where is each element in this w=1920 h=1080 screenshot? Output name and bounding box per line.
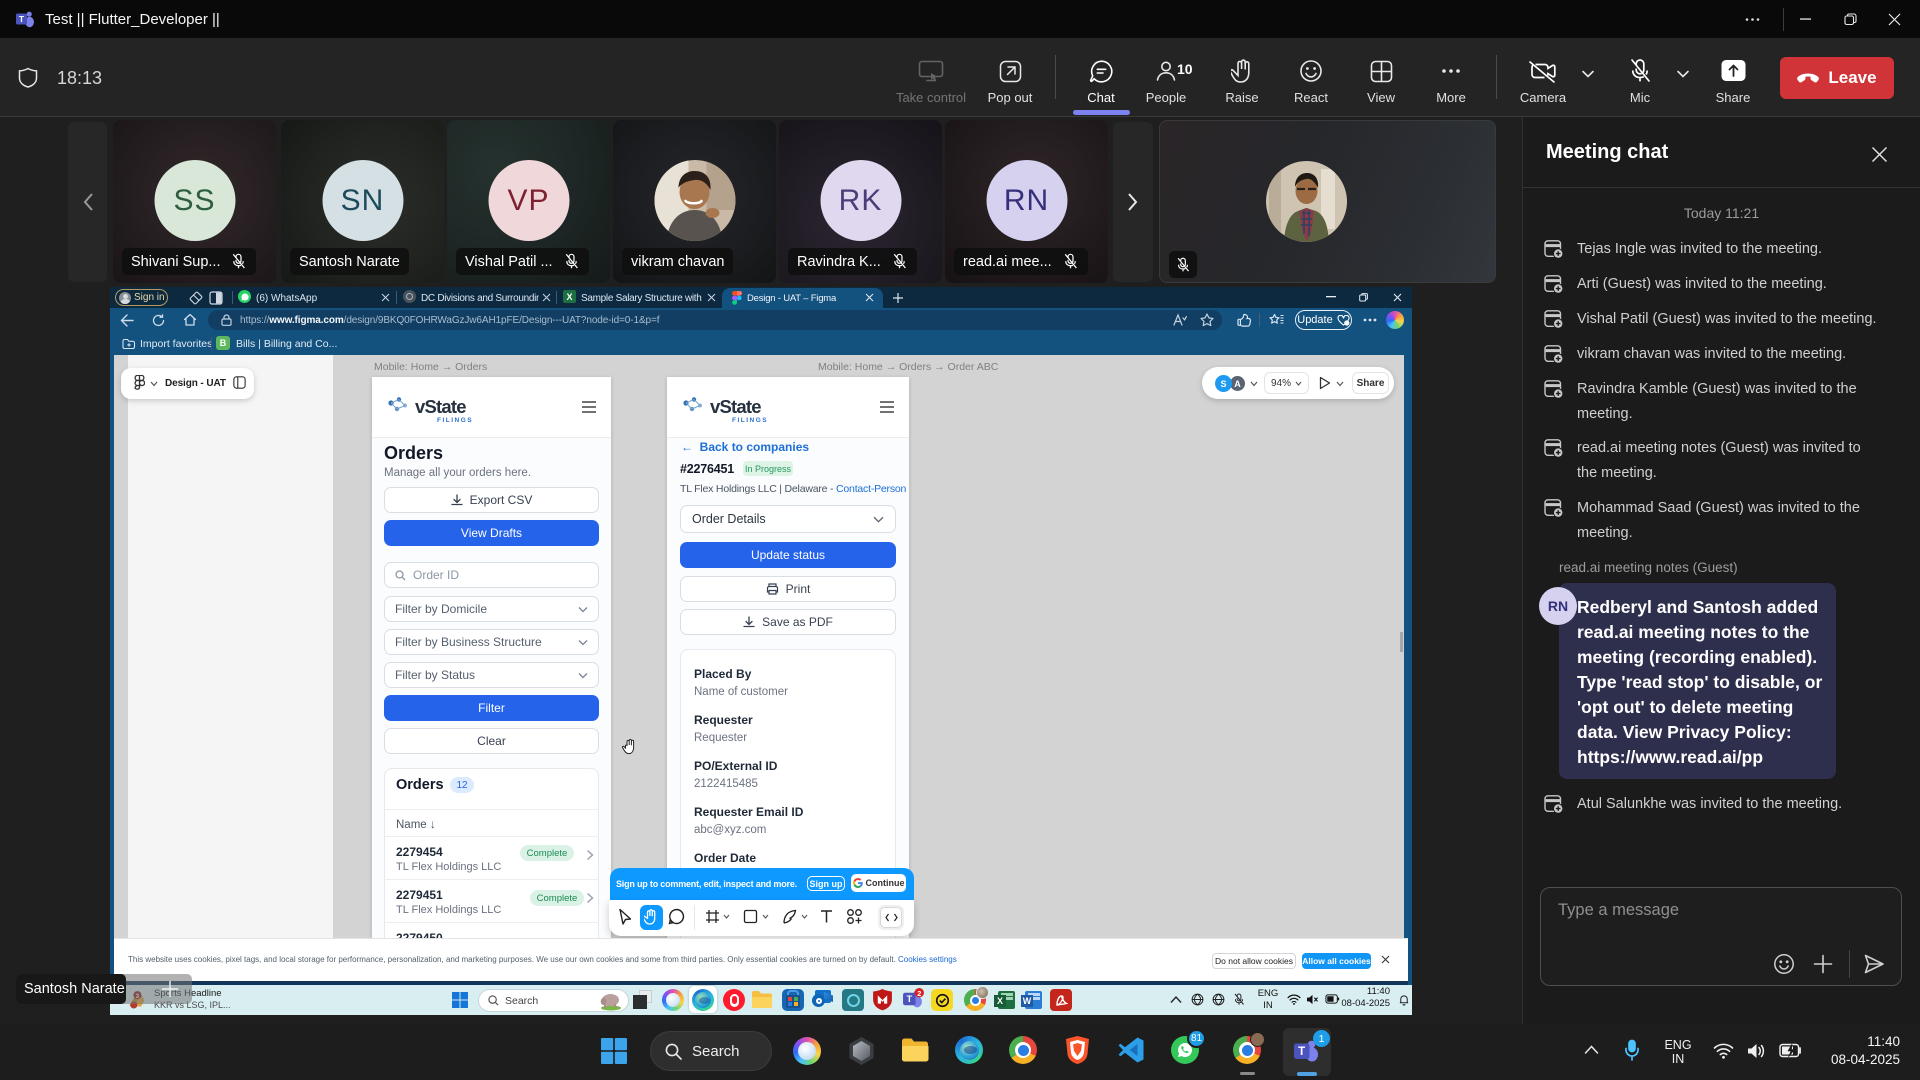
svg-text:T: T — [1298, 1046, 1305, 1058]
svg-text:2: 2 — [917, 989, 921, 998]
svg-text:T: T — [19, 14, 25, 24]
svg-text:T: T — [906, 993, 912, 1004]
